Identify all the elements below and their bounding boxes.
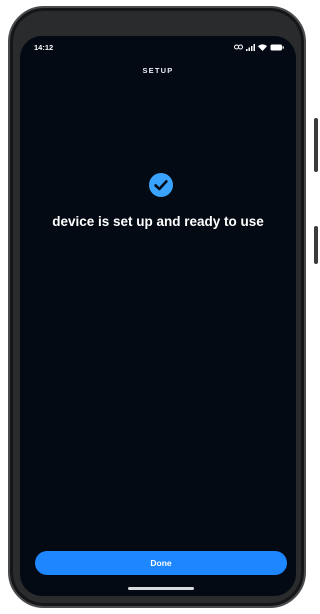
power-button [314, 226, 318, 264]
check-circle-icon [149, 173, 173, 197]
volume-button [314, 118, 318, 172]
done-button[interactable]: Done [35, 551, 287, 575]
signal-icon [246, 43, 255, 51]
screen: 14:12 SETUP device is set up and ready t… [20, 36, 296, 596]
status-bar: 14:12 [20, 36, 296, 58]
success-message: device is set up and ready to use [52, 214, 264, 229]
status-time: 14:12 [34, 42, 54, 52]
wifi-icon [258, 43, 267, 51]
hotspot-icon [234, 44, 243, 50]
battery-icon [270, 44, 284, 51]
page-title: SETUP [142, 66, 174, 75]
home-indicator[interactable] [128, 587, 194, 590]
status-icons [234, 43, 284, 51]
